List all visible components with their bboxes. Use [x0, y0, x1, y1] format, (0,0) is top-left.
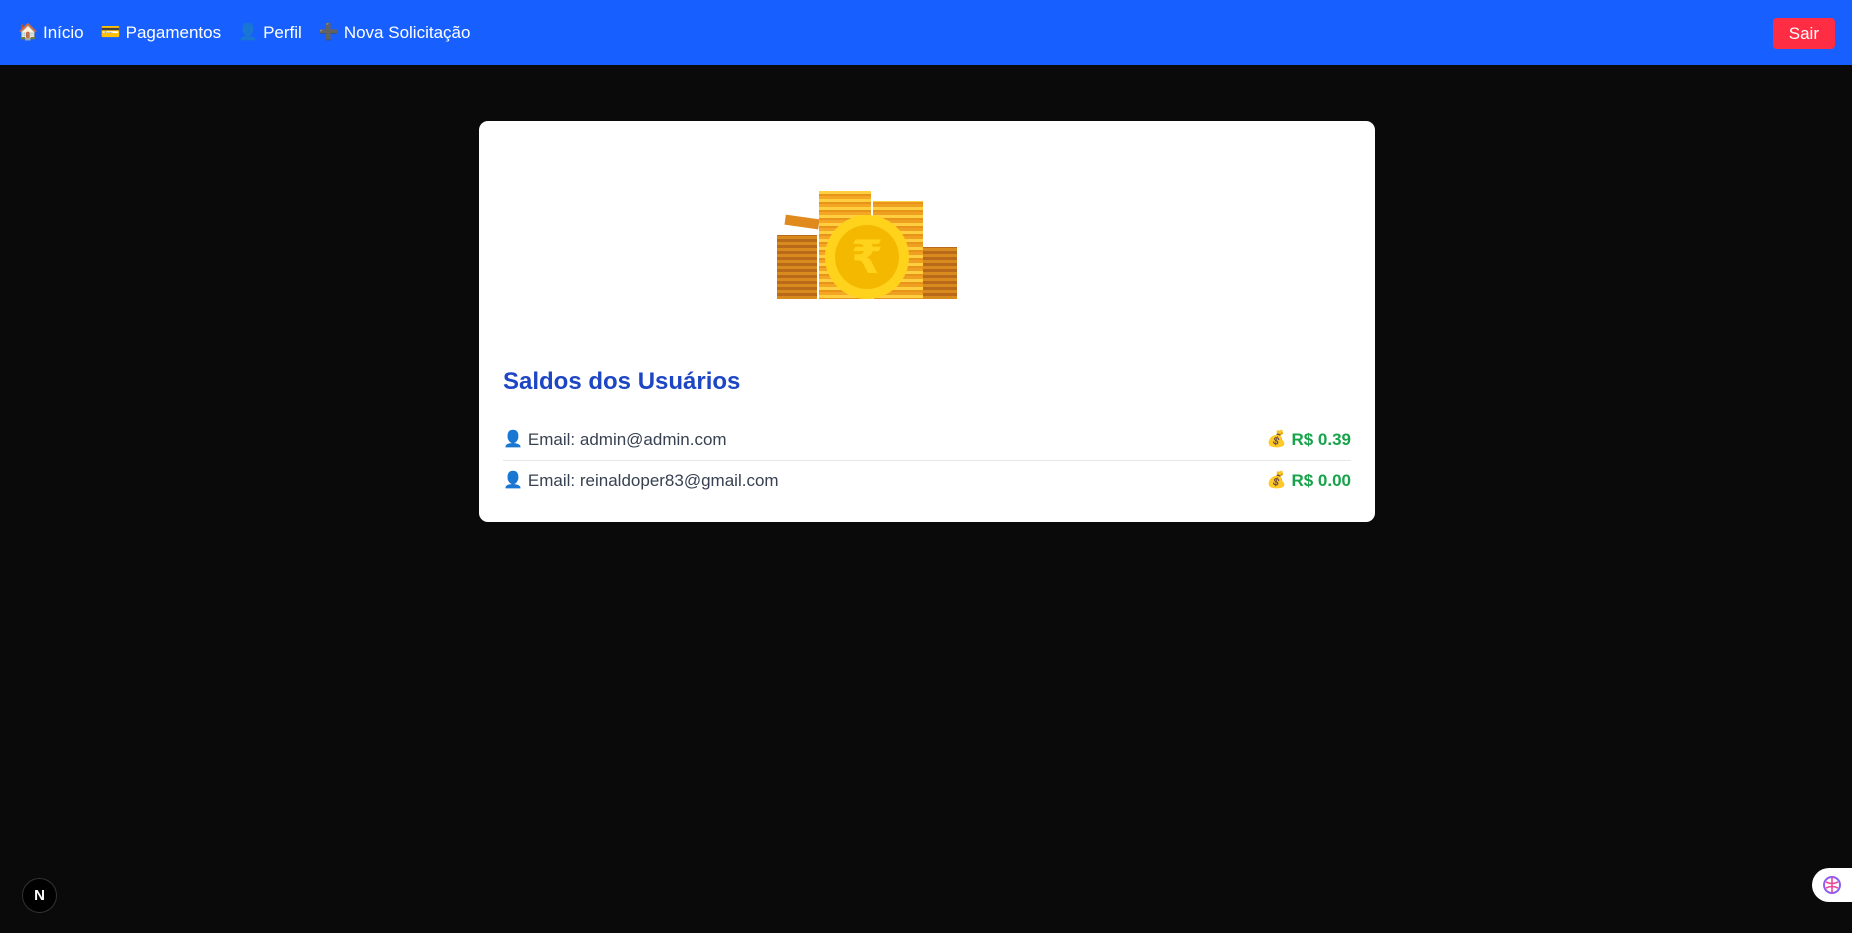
nav-item-nova-solicitacao[interactable]: ➕ Nova Solicitação: [319, 23, 471, 43]
nav-item-label: Início: [43, 22, 84, 42]
list-item: 👤 Email: reinaldoper83@gmail.com 💰 R$ 0.…: [503, 460, 1351, 501]
nav-item-label: Nova Solicitação: [343, 22, 471, 42]
main-nav: 🏠 Início 💳 Pagamentos 👤 Perfil ➕ Nova So…: [18, 23, 470, 43]
nav-item-pagamentos[interactable]: 💳 Pagamentos: [101, 23, 221, 43]
user-email: Email: reinaldoper83@gmail.com: [527, 471, 779, 490]
rupee-symbol: ₹: [851, 230, 883, 284]
coin-stack-left: [777, 214, 820, 299]
balance-amount: R$ 0.39: [1291, 430, 1351, 449]
coin-stack-illustration: ₹: [777, 191, 957, 299]
plus-icon: ➕: [318, 23, 339, 41]
balance-amount: R$ 0.00: [1291, 471, 1351, 490]
nav-item-label: Pagamentos: [125, 22, 222, 42]
nav-item-perfil[interactable]: 👤 Perfil: [238, 23, 302, 43]
user-icon: 👤: [238, 23, 259, 41]
nextjs-dev-badge[interactable]: N: [22, 878, 57, 913]
list-item: 👤 Email: admin@admin.com 💰 R$ 0.39: [503, 420, 1351, 460]
money-bag-icon: 💰: [1266, 472, 1287, 489]
money-bag-icon: 💰: [1266, 431, 1287, 448]
balances-card: ₹ Saldos dos Usuários 👤 Email: admin@adm…: [479, 121, 1375, 522]
page-title: Saldos dos Usuários: [503, 368, 741, 395]
user-email: Email: admin@admin.com: [527, 430, 727, 449]
logout-button[interactable]: Sair: [1772, 18, 1835, 49]
top-navbar: 🏠 Início 💳 Pagamentos 👤 Perfil ➕ Nova So…: [0, 0, 1852, 65]
user-icon: 👤: [503, 472, 523, 489]
extension-side-tab[interactable]: [1812, 868, 1852, 902]
credit-card-icon: 💳: [100, 23, 121, 41]
coin-stack-right: [923, 247, 957, 299]
user-icon: 👤: [503, 431, 523, 448]
next-logo-icon: N: [34, 887, 45, 904]
nav-item-inicio[interactable]: 🏠 Início: [18, 23, 84, 43]
brain-icon: [1823, 876, 1841, 894]
balance-list: 👤 Email: admin@admin.com 💰 R$ 0.39 👤 Ema…: [503, 420, 1351, 501]
nav-item-label: Perfil: [263, 22, 302, 42]
house-icon: 🏠: [18, 23, 38, 41]
